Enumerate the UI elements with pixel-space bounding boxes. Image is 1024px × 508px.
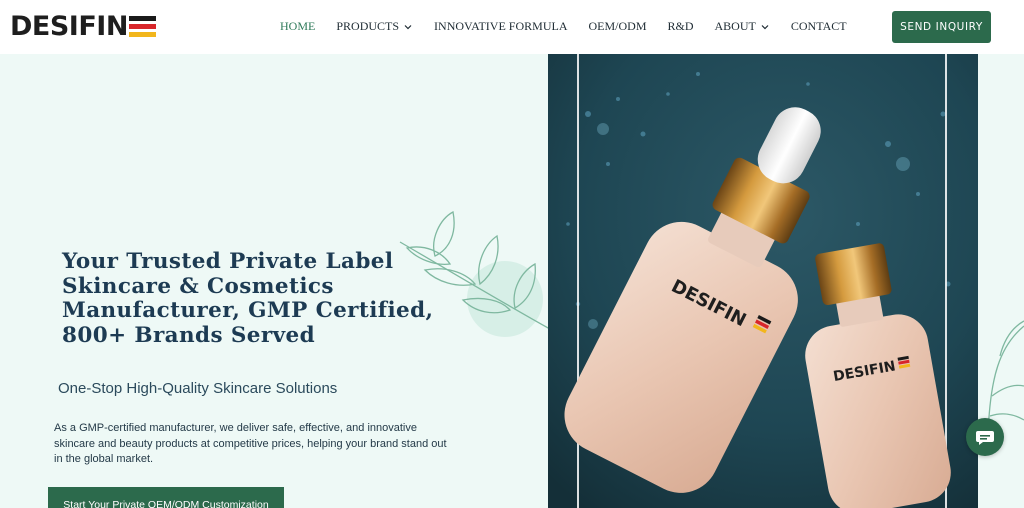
oem-odm-customization-button[interactable]: Start Your Private OEM/ODM Customization [48, 487, 284, 508]
hero-title-line: Manufacturer, GMP Certified, [62, 298, 434, 323]
nav-item-label: HOME [280, 19, 316, 33]
hero-title: Your Trusted Private Label Skincare & Co… [62, 249, 462, 348]
nav-item-label: R&D [667, 19, 694, 33]
chat-button[interactable] [966, 418, 1004, 456]
logo-flag-icon [128, 16, 156, 37]
main-nav: HOME PRODUCTS INNOVATIVE FORMULA OEM/ODM… [280, 19, 868, 34]
nav-item-label: INNOVATIVE FORMULA [434, 19, 568, 33]
logo-wordmark: DESIFIN [10, 11, 128, 42]
nav-item-label: ABOUT [714, 19, 756, 33]
hero-description-line: skincare and beauty products at competit… [54, 437, 447, 450]
chat-bubble-icon [976, 431, 994, 445]
nav-item-label: CONTACT [790, 19, 847, 33]
hero-subtitle: One-Stop High-Quality Skincare Solutions [58, 380, 338, 397]
chevron-down-icon [404, 24, 412, 29]
nav-item-label: PRODUCTS [336, 19, 400, 33]
hero-section: DESIFIN DESIFIN Your Trusted Private Lab… [0, 54, 1024, 508]
hero-title-line: Skincare & Cosmetics [62, 273, 334, 299]
site-logo[interactable]: DESIFIN [10, 13, 156, 40]
send-inquiry-button[interactable]: SEND INQUIRY [892, 11, 991, 43]
nav-item-label: OEM/ODM [588, 19, 647, 33]
hero-description: As a GMP-certified manufacturer, we deli… [54, 421, 464, 468]
hero-description-line: As a GMP-certified manufacturer, we deli… [54, 422, 417, 434]
nav-item-contact[interactable]: CONTACT [791, 19, 847, 34]
hero-title-line: 800+ Brands Served [62, 322, 316, 348]
nav-item-products[interactable]: PRODUCTS [336, 19, 413, 34]
nav-item-oem-odm[interactable]: OEM/ODM [588, 19, 646, 34]
nav-item-home[interactable]: HOME [280, 19, 315, 34]
nav-item-rnd[interactable]: R&D [668, 19, 694, 34]
nav-item-about[interactable]: ABOUT [715, 19, 770, 34]
nav-item-innovative-formula[interactable]: INNOVATIVE FORMULA [434, 19, 567, 34]
hero-description-line: in the global market. [54, 453, 154, 465]
hero-title-line: Your Trusted Private Label [62, 249, 394, 274]
chevron-down-icon [761, 24, 769, 29]
site-header: DESIFIN HOME PRODUCTS INNOVATIVE FORMULA… [0, 0, 1024, 54]
hero-product-image: DESIFIN DESIFIN [548, 54, 978, 508]
